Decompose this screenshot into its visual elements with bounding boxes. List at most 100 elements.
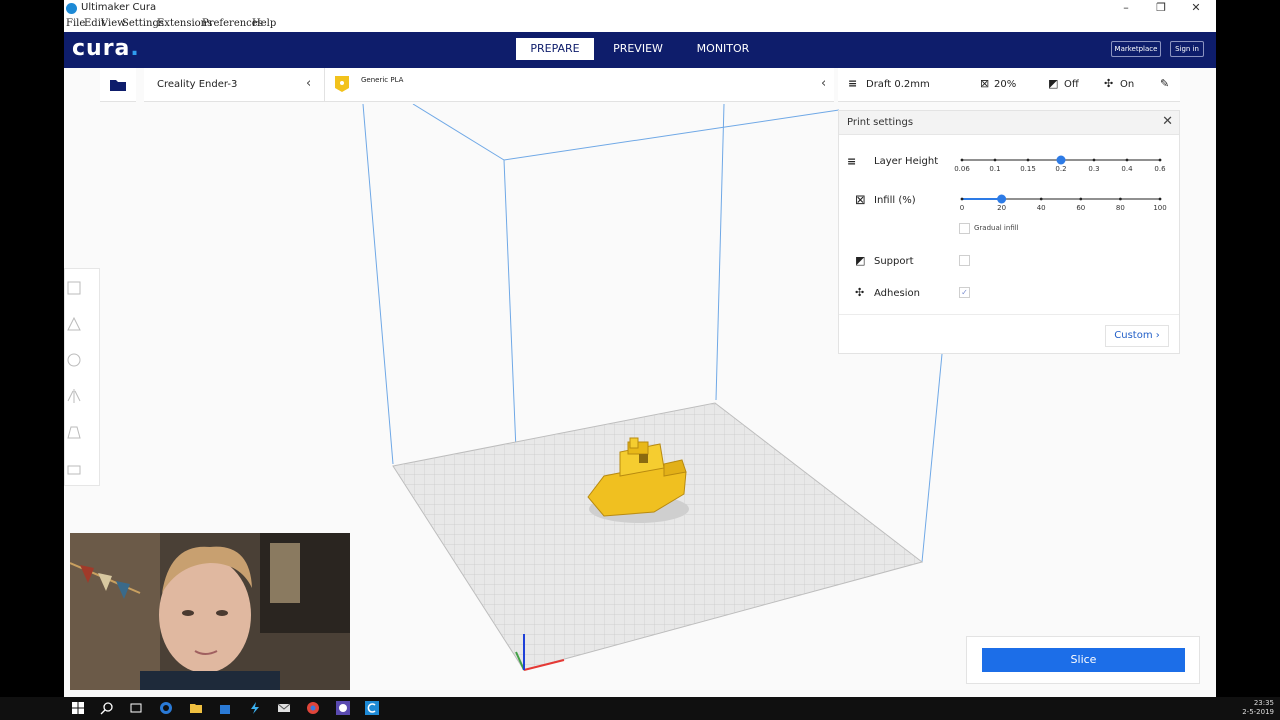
support-summary: Off	[1064, 79, 1079, 90]
print-setup-selector[interactable]: ≡ Draft 0.2mm ⊠ 20% ◩ Off ✣ On ✎	[838, 68, 1180, 102]
close-icon[interactable]: ✕	[1162, 114, 1173, 129]
gradual-infill-checkbox[interactable]	[959, 223, 970, 234]
chevron-right-icon: ›	[1155, 330, 1160, 341]
edge-browser-icon[interactable]	[159, 701, 173, 715]
mirror-tool-icon[interactable]	[65, 387, 83, 405]
edit-pencil-icon[interactable]: ✎	[1160, 77, 1169, 90]
build-volume-edge	[503, 109, 840, 161]
slider-tick	[960, 158, 964, 162]
minimize-icon[interactable]: –	[1116, 1, 1136, 14]
custom-button[interactable]: Custom ›	[1105, 325, 1169, 347]
folder-icon	[110, 80, 126, 91]
webcam-person-image	[70, 533, 350, 690]
tab-monitor[interactable]: MONITOR	[686, 38, 760, 60]
slider-tick	[1119, 197, 1122, 201]
gradual-infill-label: Gradual infill	[974, 224, 1019, 232]
material-name: Generic PLA	[361, 76, 404, 84]
infill-icon: ⊠	[855, 193, 866, 208]
slider-tick-label: 40	[1036, 204, 1046, 212]
slider-tick-label: 0.15	[1020, 165, 1036, 173]
divider	[839, 314, 1179, 315]
menu-help[interactable]: Help	[252, 18, 276, 29]
clock-time: 23:35	[1253, 699, 1274, 707]
open-file-button[interactable]	[100, 68, 136, 102]
machine-name: Creality Ender-3	[157, 79, 238, 90]
tab-preview[interactable]: PREVIEW	[604, 38, 672, 60]
action-panel: Slice	[966, 636, 1200, 684]
support-label: Support	[874, 256, 914, 267]
support-icon: ◩	[855, 254, 866, 267]
slice-button[interactable]: Slice	[982, 648, 1185, 672]
search-icon[interactable]	[100, 701, 114, 715]
support-checkbox[interactable]	[959, 255, 970, 266]
slider-tick	[993, 158, 997, 162]
slider-handle[interactable]	[1056, 155, 1066, 165]
build-volume-edge	[362, 104, 394, 465]
slider-tick	[1092, 158, 1096, 162]
restore-icon[interactable]: ❐	[1151, 1, 1171, 14]
print-settings-title: Print settings	[847, 117, 914, 128]
marketplace-button[interactable]: Marketplace	[1111, 41, 1161, 57]
infill-icon: ⊠	[980, 77, 990, 90]
cura-logo: cura.	[72, 36, 140, 61]
move-tool-icon[interactable]	[65, 279, 83, 297]
slider-tick-label: 0.06	[954, 165, 970, 173]
menu-file[interactable]: File	[66, 18, 85, 29]
slider-tick	[1026, 158, 1030, 162]
profile-name: Draft 0.2mm	[866, 79, 930, 90]
sign-in-button[interactable]: Sign in	[1170, 41, 1204, 57]
clock-date: 2-5-2019	[1242, 708, 1274, 716]
chevron-left-icon: ‹	[821, 76, 827, 91]
build-volume-edge	[715, 104, 725, 401]
slider-tick-label: 100	[1153, 204, 1167, 212]
slider-tick-label: 0.2	[1055, 165, 1067, 173]
chevron-left-icon: ‹	[306, 76, 312, 91]
obs-icon[interactable]	[336, 701, 350, 715]
task-view-icon[interactable]	[129, 701, 143, 715]
print-settings-header: Print settings ✕	[839, 111, 1179, 135]
mail-icon[interactable]	[277, 701, 291, 715]
build-volume-edge	[412, 104, 505, 161]
slider-tick	[1125, 158, 1129, 162]
close-window-icon[interactable]: ✕	[1186, 1, 1206, 14]
windows-taskbar: 23:35 2-5-2019	[0, 697, 1280, 720]
slider-tick	[1079, 197, 1083, 201]
build-plate-grid	[393, 403, 922, 670]
screen: Ultimaker Cura – ❐ ✕ File Edit View Sett…	[0, 0, 1280, 720]
scale-tool-icon[interactable]	[65, 315, 83, 333]
tab-prepare[interactable]: PREPARE	[516, 38, 594, 60]
profile-icon: ≡	[848, 77, 858, 90]
slider-tick	[1039, 197, 1043, 201]
file-explorer-icon[interactable]	[189, 701, 203, 715]
slider-tick-label: 0.6	[1154, 165, 1166, 173]
slider-tick-label: 0.3	[1088, 165, 1100, 173]
slider-tick-label: 0	[959, 204, 965, 212]
build-volume-edge	[921, 353, 943, 563]
slider-tick-label: 80	[1115, 204, 1125, 212]
slider-tick	[960, 197, 964, 201]
material-selector[interactable]: Generic PLA ‹	[324, 68, 834, 102]
cura-app-icon	[66, 3, 77, 14]
rotate-tool-icon[interactable]	[65, 351, 83, 369]
menu-bar: File Edit View Settings Extensions Prefe…	[64, 17, 1216, 32]
material-spool-icon	[335, 76, 349, 92]
adhesion-summary: On	[1120, 79, 1135, 90]
support-blocker-icon[interactable]	[65, 459, 83, 477]
cura-taskbar-icon[interactable]	[365, 701, 379, 715]
chrome-icon[interactable]	[306, 701, 320, 715]
per-model-settings-icon[interactable]	[65, 423, 83, 441]
windows-start-icon[interactable]	[71, 701, 85, 715]
store-icon[interactable]	[218, 701, 232, 715]
app-header: cura. PREPARE PREVIEW MONITOR Marketplac…	[64, 32, 1216, 68]
adhesion-checkbox[interactable]: ✓	[959, 287, 970, 298]
slider-tick-label: 20	[997, 204, 1007, 212]
machine-selector[interactable]: Creality Ender-3 ‹	[144, 68, 324, 102]
adhesion-icon: ✣	[1104, 77, 1114, 90]
webcam-overlay	[70, 533, 350, 690]
infill-slider[interactable]	[957, 190, 1167, 206]
bolt-app-icon[interactable]	[248, 701, 262, 715]
slider-tick	[1158, 197, 1162, 201]
slider-handle[interactable]	[997, 194, 1007, 204]
title-bar: Ultimaker Cura – ❐ ✕	[64, 0, 1216, 17]
tool-strip	[64, 268, 100, 486]
